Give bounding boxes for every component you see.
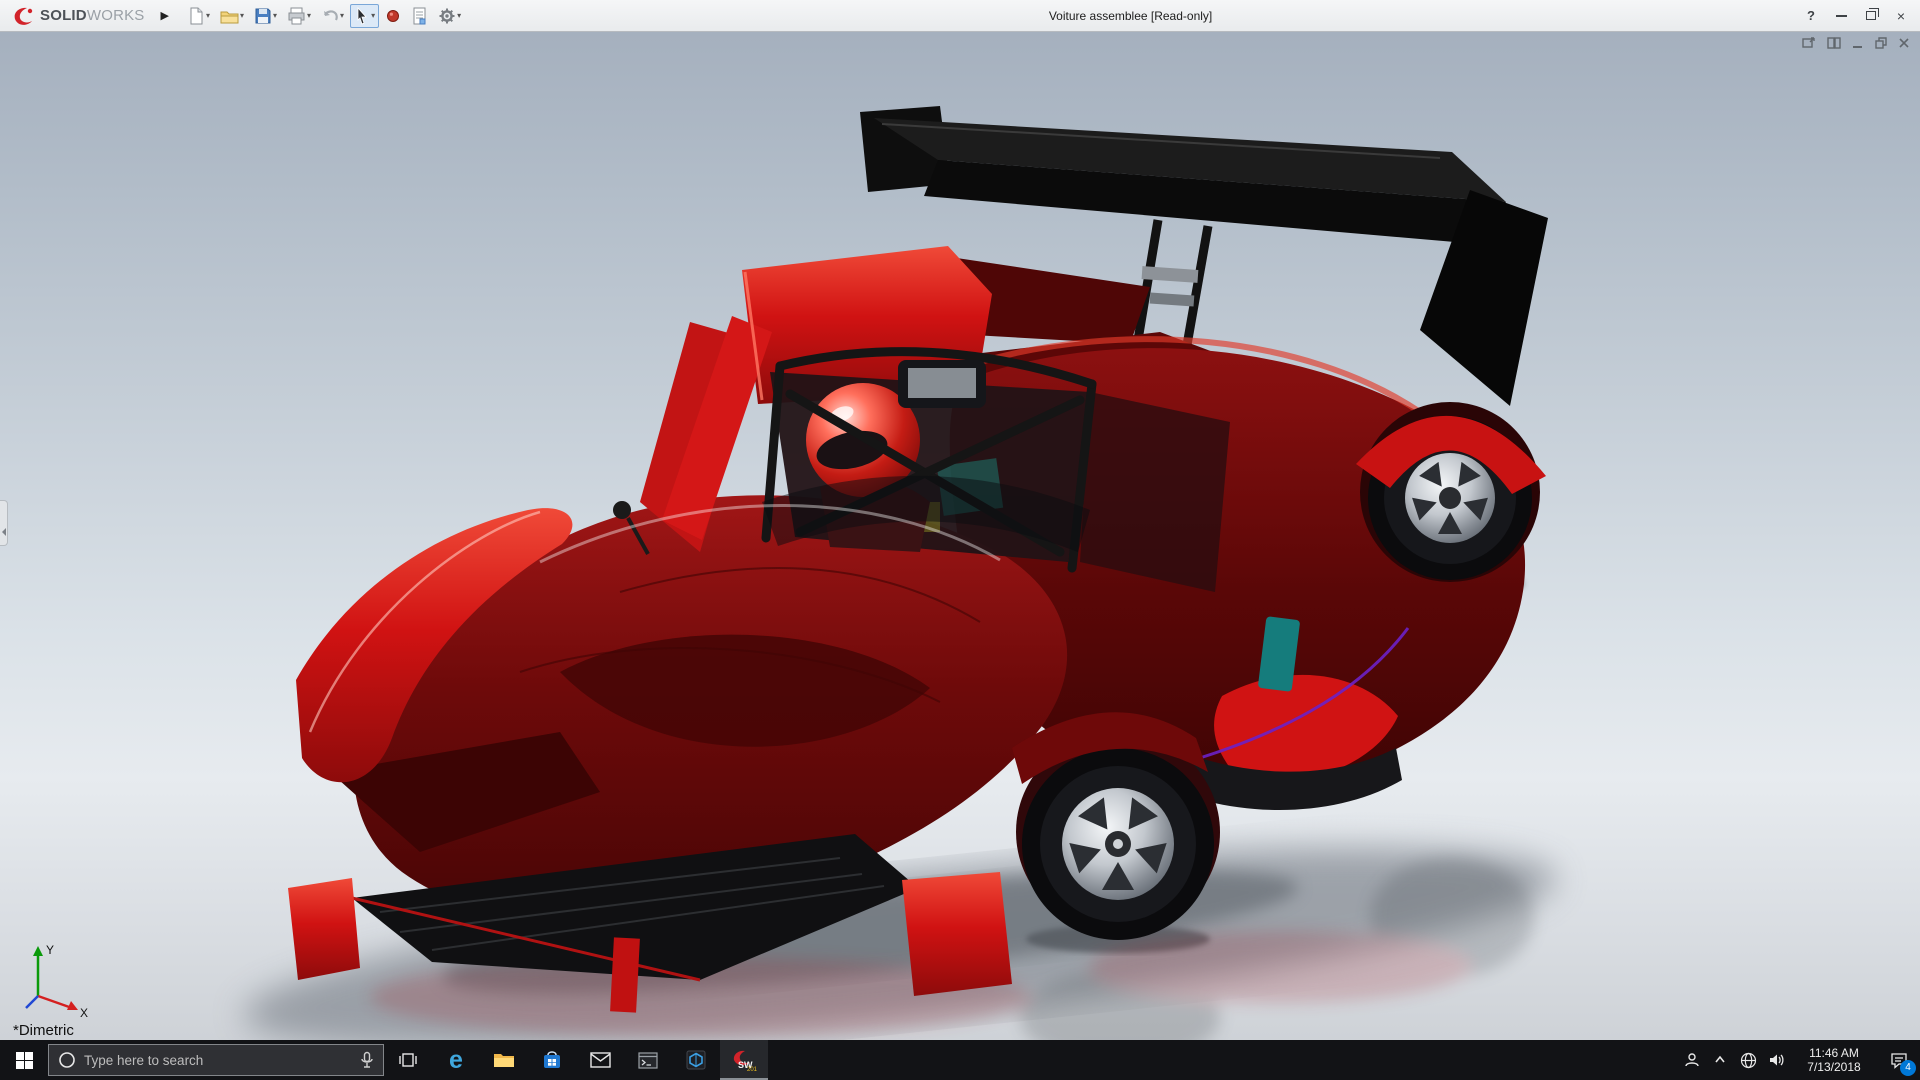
doc-restore-icon bbox=[1875, 37, 1887, 49]
search-input[interactable] bbox=[84, 1053, 352, 1068]
reference-triad: Y X bbox=[16, 938, 94, 1018]
triad-y-label: Y bbox=[46, 943, 54, 957]
record-dot-icon bbox=[385, 8, 401, 24]
notification-badge: 4 bbox=[1900, 1060, 1916, 1076]
window-controls: ? × bbox=[1796, 3, 1916, 29]
task-view-button[interactable] bbox=[384, 1040, 432, 1080]
new-document-icon bbox=[187, 7, 205, 25]
help-button[interactable]: ? bbox=[1796, 3, 1826, 29]
cortana-icon bbox=[58, 1051, 76, 1069]
tile-window-icon bbox=[1827, 37, 1841, 49]
action-center-button[interactable]: 4 bbox=[1878, 1040, 1920, 1080]
tile-window-button[interactable] bbox=[1827, 37, 1841, 52]
minimize-button[interactable] bbox=[1826, 3, 1856, 29]
mail-icon bbox=[590, 1052, 611, 1068]
taskbar-app-solidworks[interactable]: SW 2017 bbox=[720, 1040, 768, 1080]
print-button[interactable]: ▾ bbox=[283, 4, 315, 28]
dropdown-caret[interactable]: ▾ bbox=[371, 11, 375, 20]
print-icon bbox=[287, 7, 306, 25]
document-window-controls bbox=[1802, 37, 1910, 52]
open-button[interactable]: ▾ bbox=[216, 4, 248, 28]
undo-icon bbox=[321, 7, 339, 25]
sw-year: 2017 bbox=[747, 1067, 757, 1072]
options-gear-icon bbox=[438, 7, 456, 25]
people-button[interactable] bbox=[1678, 1040, 1706, 1080]
solidworks-window: SOLIDWORKS ▶ ▾ ▾ bbox=[0, 0, 1920, 1080]
undo-button[interactable]: ▾ bbox=[317, 4, 348, 28]
taskbar-clock[interactable]: 11:46 AM 7/13/2018 bbox=[1790, 1040, 1878, 1080]
standard-toolbar: ▾ ▾ ▾ bbox=[183, 4, 465, 28]
console-window-icon bbox=[638, 1052, 658, 1069]
network-icon bbox=[1740, 1052, 1757, 1069]
volume-button[interactable] bbox=[1762, 1040, 1790, 1080]
new-document-button[interactable]: ▾ bbox=[183, 4, 214, 28]
solidworks-app-icon: SW 2017 bbox=[731, 1048, 757, 1072]
graphics-viewport[interactable]: Y X *Dimetric bbox=[0, 32, 1920, 1040]
brand-text: SOLIDWORKS bbox=[40, 7, 145, 24]
task-view-icon bbox=[398, 1051, 418, 1069]
dropdown-caret[interactable]: ▾ bbox=[340, 11, 344, 20]
people-icon bbox=[1684, 1052, 1700, 1068]
doc-close-icon bbox=[1898, 37, 1910, 49]
file-properties-icon bbox=[411, 7, 428, 25]
options-button[interactable]: ▾ bbox=[434, 4, 465, 28]
clock-date: 7/13/2018 bbox=[1807, 1060, 1860, 1074]
taskbar-app-cad-viewer[interactable] bbox=[672, 1040, 720, 1080]
title-bar: SOLIDWORKS ▶ ▾ ▾ bbox=[0, 0, 1920, 32]
dropdown-caret[interactable]: ▾ bbox=[307, 11, 311, 20]
microphone-icon[interactable] bbox=[360, 1051, 374, 1069]
float-window-button[interactable] bbox=[1802, 37, 1816, 52]
file-explorer-icon bbox=[493, 1051, 515, 1069]
doc-minimize-button[interactable] bbox=[1852, 37, 1864, 52]
volume-icon bbox=[1768, 1052, 1785, 1068]
minimize-icon bbox=[1836, 15, 1847, 17]
window-title: Voiture assemblee [Read-only] bbox=[465, 9, 1796, 23]
network-button[interactable] bbox=[1734, 1040, 1762, 1080]
dropdown-caret[interactable]: ▾ bbox=[457, 11, 461, 20]
doc-restore-button[interactable] bbox=[1875, 37, 1887, 52]
doc-close-button[interactable] bbox=[1898, 37, 1910, 52]
view-orientation-label: *Dimetric bbox=[13, 1022, 74, 1039]
start-button[interactable] bbox=[0, 1040, 48, 1080]
triad-x-label: X bbox=[80, 1006, 88, 1018]
panel-collapse-handle[interactable] bbox=[0, 500, 8, 546]
cad-app-icon bbox=[686, 1050, 706, 1070]
taskbar-app-store[interactable] bbox=[528, 1040, 576, 1080]
save-icon bbox=[254, 7, 272, 25]
select-cursor-icon bbox=[354, 7, 370, 25]
store-icon bbox=[542, 1050, 562, 1070]
save-button[interactable]: ▾ bbox=[250, 4, 281, 28]
float-window-icon bbox=[1802, 37, 1816, 49]
solidworks-logo: SOLIDWORKS bbox=[4, 6, 153, 26]
doc-minimize-icon bbox=[1852, 37, 1864, 49]
dropdown-caret[interactable]: ▾ bbox=[206, 11, 210, 20]
dropdown-caret[interactable]: ▾ bbox=[273, 11, 277, 20]
model-canvas[interactable] bbox=[0, 32, 1920, 1040]
taskbar-search[interactable] bbox=[48, 1044, 384, 1076]
open-folder-icon bbox=[220, 7, 239, 25]
system-tray: 11:46 AM 7/13/2018 4 bbox=[1678, 1040, 1920, 1080]
toolbar-flyout-button[interactable]: ▶ bbox=[153, 9, 177, 22]
record-button[interactable] bbox=[381, 5, 405, 27]
taskbar-app-mail[interactable] bbox=[576, 1040, 624, 1080]
show-hidden-icons-button[interactable] bbox=[1706, 1040, 1734, 1080]
windows-logo-icon bbox=[16, 1052, 33, 1069]
dropdown-caret[interactable]: ▾ bbox=[240, 11, 244, 20]
file-properties-button[interactable] bbox=[407, 4, 432, 28]
clock-time: 11:46 AM bbox=[1809, 1046, 1859, 1060]
windows-taskbar: e bbox=[0, 1040, 1920, 1080]
edge-icon: e bbox=[449, 1048, 463, 1073]
close-button[interactable]: × bbox=[1886, 3, 1916, 29]
chevron-up-icon bbox=[1713, 1053, 1727, 1067]
dassault-logo-icon bbox=[12, 6, 36, 26]
taskbar-app-file-explorer[interactable] bbox=[480, 1040, 528, 1080]
taskbar-app-edge[interactable]: e bbox=[432, 1040, 480, 1080]
taskbar-app-console[interactable] bbox=[624, 1040, 672, 1080]
select-button[interactable]: ▾ bbox=[350, 4, 379, 28]
restore-button[interactable] bbox=[1856, 3, 1886, 29]
restore-icon bbox=[1866, 11, 1876, 20]
